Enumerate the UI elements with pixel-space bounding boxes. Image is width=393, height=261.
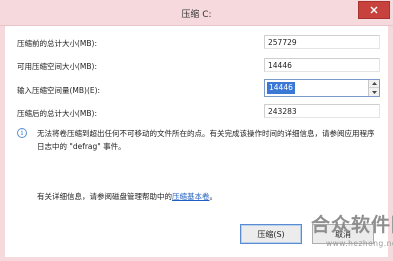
help-link-shrink-basic-volume[interactable]: 压缩基本卷 [172,192,210,201]
window-frame-left [0,26,5,261]
available-space-value: 14446 [264,58,380,72]
total-before-label: 压缩前的总计大小(MB): [17,39,97,48]
chevron-up-icon [371,82,377,85]
total-after-value: 243283 [264,104,380,118]
shrink-button[interactable]: 压缩(S) [240,224,302,244]
spin-buttons [368,80,379,96]
dialog-title: 压缩 C: [181,10,212,20]
watermark-text: 合众软件园 [311,214,393,236]
shrink-amount-input[interactable]: 14446 [267,82,295,94]
shrink-amount-spinbox[interactable]: 14446 [264,79,380,97]
spin-down-button[interactable] [369,88,379,96]
total-before-value: 257729 [264,35,380,49]
help-prefix: 有关详细信息，请参阅磁盘管理帮助中的 [37,192,172,201]
watermark-url: www.hezhong.net [326,239,393,248]
available-space-label: 可用压缩空间大小(MB): [17,62,97,71]
shrink-amount-label: 输入压缩空间量(MB)(E): [17,86,101,95]
close-button[interactable] [358,1,390,19]
help-suffix: 。 [209,192,218,201]
watermark-logo: 合众软件园 www.hezhong.net [301,206,393,261]
close-icon [370,6,378,14]
info-icon: i [17,128,27,138]
chevron-down-icon [371,90,377,94]
info-message: 无法将卷压缩到超出任何不可移动的文件所在的点。有关完成该操作时间的详细信息，请参… [37,129,375,151]
total-after-label: 压缩后的总计大小(MB): [17,109,97,118]
spin-up-button[interactable] [369,80,379,88]
help-line: 有关详细信息，请参阅磁盘管理帮助中的压缩基本卷。 [37,191,217,202]
title-bar: 压缩 C: [0,0,393,26]
